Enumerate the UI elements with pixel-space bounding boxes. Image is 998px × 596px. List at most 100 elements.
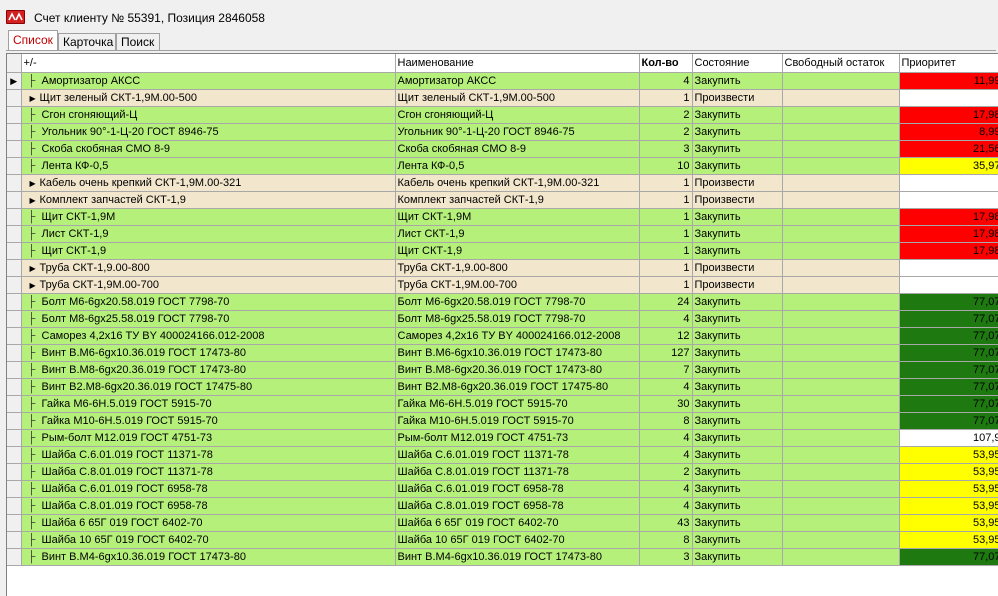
cell-qty[interactable]: 3	[639, 548, 693, 566]
column-header-state[interactable]: Состояние	[692, 54, 783, 73]
cell-name[interactable]: Шайба С.6.01.019 ГОСТ 11371-78	[395, 446, 640, 464]
row-indicator[interactable]	[7, 412, 22, 430]
cell-tree[interactable]: ├ Болт М8-6gх25.58.019 ГОСТ 7798-70	[21, 310, 396, 328]
row-indicator[interactable]	[7, 310, 22, 328]
cell-name[interactable]: Гайка М10-6Н.5.019 ГОСТ 5915-70	[395, 412, 640, 430]
cell-qty[interactable]: 1	[639, 276, 693, 294]
cell-free-stock[interactable]	[782, 208, 900, 226]
cell-qty[interactable]: 2	[639, 463, 693, 481]
cell-free-stock[interactable]	[782, 497, 900, 515]
row-indicator[interactable]	[7, 514, 22, 532]
cell-tree[interactable]: ├ Щит СКТ-1,9	[21, 242, 396, 260]
row-indicator[interactable]	[7, 293, 22, 311]
cell-priority[interactable]	[899, 259, 998, 277]
cell-state[interactable]: Закупить	[692, 412, 783, 430]
cell-priority[interactable]	[899, 191, 998, 209]
cell-state[interactable]: Закупить	[692, 361, 783, 379]
cell-qty[interactable]: 1	[639, 225, 693, 243]
tab-search[interactable]: Поиск	[116, 33, 160, 50]
cell-qty[interactable]: 10	[639, 157, 693, 175]
table-row[interactable]: ▶ Щит зеленый СКТ-1,9М.00-500 Щит зеленый …	[7, 89, 998, 107]
cell-free-stock[interactable]	[782, 123, 900, 141]
table-row[interactable]: ├ Шайба 6 65Г 019 ГОСТ 6402-70 Шайба 6 65Г…	[7, 514, 998, 532]
cell-qty[interactable]: 2	[639, 106, 693, 124]
cell-tree[interactable]: ├ Шайба С.8.01.019 ГОСТ 6958-78	[21, 497, 396, 515]
cell-name[interactable]: Шайба С.6.01.019 ГОСТ 6958-78	[395, 480, 640, 498]
row-indicator[interactable]	[7, 344, 22, 362]
cell-priority[interactable]: 53,95	[899, 497, 998, 515]
table-row[interactable]: ├ Винт В.М6-6gх10.36.019 ГОСТ 17473-80 Вин…	[7, 344, 998, 362]
cell-name[interactable]: Кабель очень крепкий СКТ-1,9М.00-321	[395, 174, 640, 192]
cell-state[interactable]: Закупить	[692, 378, 783, 396]
cell-tree[interactable]: ▶ Труба СКТ-1,9.00-800	[21, 259, 396, 277]
row-indicator[interactable]	[7, 531, 22, 549]
table-row[interactable]: ├ Болт М6-6gх20.58.019 ГОСТ 7798-70 Болт М…	[7, 293, 998, 311]
cell-priority[interactable]	[899, 174, 998, 192]
expand-arrow-icon[interactable]: ▶	[30, 179, 40, 188]
cell-free-stock[interactable]	[782, 225, 900, 243]
cell-free-stock[interactable]	[782, 446, 900, 464]
table-row[interactable]: ├ Шайба С.8.01.019 ГОСТ 11371-78 Шайба С.8…	[7, 463, 998, 481]
cell-state[interactable]: Произвести	[692, 259, 783, 277]
cell-free-stock[interactable]	[782, 548, 900, 566]
cell-state[interactable]: Закупить	[692, 242, 783, 260]
cell-qty[interactable]: 24	[639, 293, 693, 311]
row-indicator[interactable]	[7, 429, 22, 447]
table-row[interactable]: ├ Винт В.М8-6gх20.36.019 ГОСТ 17473-80 Вин…	[7, 361, 998, 379]
cell-tree[interactable]: ├ Лист СКТ-1,9	[21, 225, 396, 243]
cell-free-stock[interactable]	[782, 395, 900, 413]
column-header-priority[interactable]: Приоритет	[899, 54, 998, 73]
tab-list[interactable]: Список	[8, 30, 58, 50]
row-indicator[interactable]	[7, 327, 22, 345]
expand-arrow-icon[interactable]: ▶	[30, 94, 40, 103]
cell-name[interactable]: Саморез 4,2х16 ТУ BY 400024166.012-2008	[395, 327, 640, 345]
cell-state[interactable]: Произвести	[692, 276, 783, 294]
cell-tree[interactable]: ├ Винт В.М8-6gх20.36.019 ГОСТ 17473-80	[21, 361, 396, 379]
cell-free-stock[interactable]	[782, 276, 900, 294]
cell-priority[interactable]: 77,07	[899, 548, 998, 566]
cell-tree[interactable]: ├ Шайба С.6.01.019 ГОСТ 6958-78	[21, 480, 396, 498]
cell-qty[interactable]: 4	[639, 378, 693, 396]
cell-priority[interactable]: 17,98	[899, 106, 998, 124]
cell-priority[interactable]: 8,99	[899, 123, 998, 141]
cell-state[interactable]: Произвести	[692, 191, 783, 209]
cell-tree[interactable]: ├ Саморез 4,2х16 ТУ BY 400024166.012-2008	[21, 327, 396, 345]
table-row[interactable]: ▶ Комплект запчастей СКТ-1,9 Комплект запч…	[7, 191, 998, 209]
cell-tree[interactable]: ▶ Труба СКТ-1,9М.00-700	[21, 276, 396, 294]
cell-state[interactable]: Закупить	[692, 106, 783, 124]
row-indicator[interactable]	[7, 497, 22, 515]
cell-tree[interactable]: ├ Амортизатор АКСС	[21, 72, 396, 90]
cell-state[interactable]: Закупить	[692, 463, 783, 481]
cell-state[interactable]: Закупить	[692, 548, 783, 566]
cell-tree[interactable]: ├ Винт В2.М8-6gх20.36.019 ГОСТ 17475-80	[21, 378, 396, 396]
cell-qty[interactable]: 1	[639, 259, 693, 277]
cell-name[interactable]: Шайба С.8.01.019 ГОСТ 11371-78	[395, 463, 640, 481]
cell-name[interactable]: Рым-болт М12.019 ГОСТ 4751-73	[395, 429, 640, 447]
cell-name[interactable]: Лист СКТ-1,9	[395, 225, 640, 243]
cell-free-stock[interactable]	[782, 514, 900, 532]
cell-state[interactable]: Закупить	[692, 395, 783, 413]
table-row[interactable]: ├ Лист СКТ-1,9 Лист СКТ-1,9 1 Закупить 17,98	[7, 225, 998, 243]
cell-priority[interactable]: 53,95	[899, 480, 998, 498]
cell-priority[interactable]: 77,07	[899, 310, 998, 328]
cell-free-stock[interactable]	[782, 463, 900, 481]
cell-priority[interactable]: 53,95	[899, 446, 998, 464]
cell-name[interactable]: Лента КФ-0,5	[395, 157, 640, 175]
cell-state[interactable]: Закупить	[692, 140, 783, 158]
items-grid[interactable]: +/- Наименование Кол-во Состояние Свобод…	[6, 53, 998, 596]
cell-tree[interactable]: ├ Шайба 6 65Г 019 ГОСТ 6402-70	[21, 514, 396, 532]
row-indicator[interactable]	[7, 89, 22, 107]
cell-name[interactable]: Сгон сгоняющий-Ц	[395, 106, 640, 124]
tab-card[interactable]: Карточка	[58, 33, 116, 50]
cell-state[interactable]: Закупить	[692, 293, 783, 311]
cell-free-stock[interactable]	[782, 412, 900, 430]
cell-state[interactable]: Закупить	[692, 480, 783, 498]
cell-qty[interactable]: 127	[639, 344, 693, 362]
table-row[interactable]: ├ Саморез 4,2х16 ТУ BY 400024166.012-2008…	[7, 327, 998, 345]
cell-tree[interactable]: ├ Шайба С.6.01.019 ГОСТ 11371-78	[21, 446, 396, 464]
table-row[interactable]: ▶ Труба СКТ-1,9М.00-700 Труба СКТ-1,9М.00-…	[7, 276, 998, 294]
cell-tree[interactable]: ▶ Кабель очень крепкий СКТ-1,9М.00-321	[21, 174, 396, 192]
table-row[interactable]: ├ Шайба 10 65Г 019 ГОСТ 6402-70 Шайба 10 6…	[7, 531, 998, 549]
cell-tree[interactable]: ├ Лента КФ-0,5	[21, 157, 396, 175]
cell-name[interactable]: Винт В.М8-6gх20.36.019 ГОСТ 17473-80	[395, 361, 640, 379]
